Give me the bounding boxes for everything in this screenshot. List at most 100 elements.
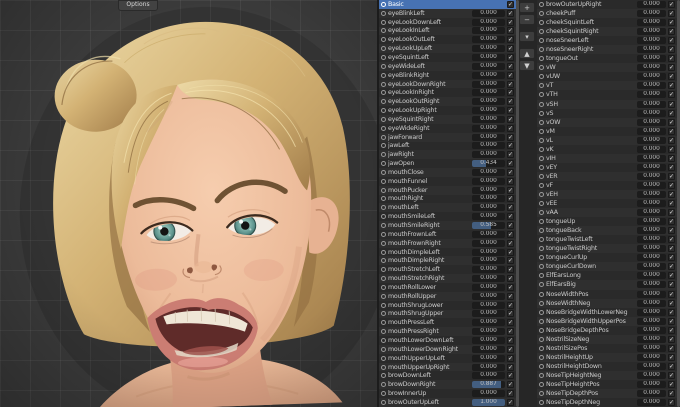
- shapekey-value-slider[interactable]: 0.000: [472, 328, 505, 336]
- shapekey-value-slider[interactable]: 0.000: [637, 55, 666, 63]
- shapekey-checkbox[interactable]: ✓: [507, 328, 514, 336]
- shapekey-value-slider[interactable]: 0.000: [637, 290, 666, 298]
- shapekey-row[interactable]: eyeLookUpRight 0.000 ✓: [379, 106, 516, 115]
- shapekey-row[interactable]: browDownRight 0.887 ✓: [379, 380, 516, 389]
- shapekey-value-slider[interactable]: 0.000: [472, 248, 505, 256]
- shapekey-value-slider[interactable]: 0.000: [472, 266, 505, 274]
- shapekey-value-slider[interactable]: 0.000: [472, 89, 505, 97]
- shapekey-row[interactable]: mouthPucker 0.000 ✓: [379, 186, 516, 195]
- shapekey-checkbox[interactable]: ✓: [668, 209, 675, 217]
- shapekey-row[interactable]: mouthPressRight 0.000 ✓: [379, 327, 516, 336]
- shapekey-row[interactable]: vT 0.000 ✓: [537, 81, 677, 90]
- shapekey-row[interactable]: cheekPuff 0.000 ✓: [537, 9, 677, 18]
- shapekey-checkbox[interactable]: ✓: [507, 89, 514, 97]
- shapekey-row[interactable]: eyeSquintLeft 0.000 ✓: [379, 53, 516, 62]
- shapekey-value-slider[interactable]: 0.000: [637, 154, 666, 162]
- shapekey-row[interactable]: ElfEarsBig 0.000 ✓: [537, 280, 677, 289]
- shapekey-value-slider[interactable]: 0.000: [637, 91, 666, 99]
- shapekey-checkbox[interactable]: ✓: [668, 290, 675, 298]
- shapekey-checkbox[interactable]: ✓: [507, 204, 514, 212]
- shapekey-value-slider[interactable]: 0.000: [637, 353, 666, 361]
- shapekey-checkbox[interactable]: ✓: [507, 0, 514, 8]
- shapekey-checkbox[interactable]: ✓: [668, 28, 675, 36]
- shapekey-checkbox[interactable]: ✓: [507, 133, 514, 141]
- shapekey-row[interactable]: NoseTipDepthPos 0.000 ✓: [537, 389, 677, 398]
- shapekey-checkbox[interactable]: ✓: [668, 91, 675, 99]
- shapekey-row[interactable]: eyeLookOutRight 0.000 ✓: [379, 97, 516, 106]
- shapekey-value-slider[interactable]: 0.000: [472, 186, 505, 194]
- shapekey-row[interactable]: tongueTwistRight 0.000 ✓: [537, 244, 677, 253]
- shapekey-value-slider[interactable]: 0.000: [637, 326, 666, 334]
- shapekey-checkbox[interactable]: ✓: [668, 73, 675, 81]
- shapekey-row[interactable]: mouthLowerDownRight 0.000 ✓: [379, 345, 516, 354]
- shapekey-checkbox[interactable]: ✓: [507, 301, 514, 309]
- shapekey-value-slider[interactable]: 0.000: [637, 399, 666, 407]
- shapekey-value-slider[interactable]: 0.000: [472, 80, 505, 88]
- shapekey-row[interactable]: NostrilSizeNeg 0.000 ✓: [537, 335, 677, 344]
- shapekey-checkbox[interactable]: ✓: [668, 163, 675, 171]
- shapekey-row[interactable]: tongueCurlUp 0.000 ✓: [537, 253, 677, 262]
- shapekey-value-slider[interactable]: 0.000: [472, 115, 505, 123]
- shapekey-checkbox[interactable]: ✓: [507, 390, 514, 398]
- shapekey-row[interactable]: tongueOut 0.000 ✓: [537, 54, 677, 63]
- shapekey-value-slider[interactable]: 0.000: [637, 64, 666, 72]
- shapekey-value-slider[interactable]: 0.000: [637, 10, 666, 18]
- shapekey-value-slider[interactable]: 0.000: [472, 36, 505, 44]
- shapekey-value-slider[interactable]: 0.000: [637, 371, 666, 379]
- shapekey-checkbox[interactable]: ✓: [668, 263, 675, 271]
- shapekey-checkbox[interactable]: ✓: [507, 381, 514, 389]
- shapekey-checkbox[interactable]: ✓: [507, 80, 514, 88]
- shapekey-row[interactable]: vUW 0.000 ✓: [537, 72, 677, 81]
- shapekey-checkbox[interactable]: ✓: [668, 46, 675, 54]
- shapekey-row[interactable]: mouthDimpleRight 0.000 ✓: [379, 256, 516, 265]
- shapekey-value-slider[interactable]: 0.000: [637, 136, 666, 144]
- shapekey-checkbox[interactable]: ✓: [668, 254, 675, 262]
- shapekey-value-slider[interactable]: 0.000: [637, 272, 666, 280]
- shapekey-checkbox[interactable]: ✓: [668, 109, 675, 117]
- shapekey-checkbox[interactable]: ✓: [668, 236, 675, 244]
- shapekey-checkbox[interactable]: ✓: [668, 371, 675, 379]
- shapekey-row[interactable]: vER 0.000 ✓: [537, 172, 677, 181]
- shapekey-row[interactable]: jawRight 0.000 ✓: [379, 150, 516, 159]
- shapekey-row[interactable]: mouthDimpleLeft 0.000 ✓: [379, 248, 516, 257]
- shapekey-checkbox[interactable]: ✓: [668, 19, 675, 27]
- shapekey-row[interactable]: NoseTipHeightPos 0.000 ✓: [537, 380, 677, 389]
- shapekey-value-slider[interactable]: 0.000: [637, 28, 666, 36]
- shapekey-value-slider[interactable]: 0.000: [637, 82, 666, 90]
- shapekey-checkbox[interactable]: ✓: [668, 272, 675, 280]
- viewport-3d[interactable]: Options: [0, 0, 379, 407]
- shapekey-checkbox[interactable]: ✓: [507, 9, 514, 17]
- shapekey-checkbox[interactable]: ✓: [507, 398, 514, 406]
- shapekey-checkbox[interactable]: ✓: [668, 299, 675, 307]
- shapekey-checkbox[interactable]: ✓: [668, 390, 675, 398]
- shapekey-checkbox[interactable]: ✓: [668, 100, 675, 108]
- shapekey-row[interactable]: tongueUp 0.000 ✓: [537, 217, 677, 226]
- move-shapekey-down-button[interactable]: ▼: [519, 60, 535, 71]
- shapekey-row[interactable]: NoseWidthPos 0.000 ✓: [537, 290, 677, 299]
- shapekey-value-slider[interactable]: 0.887: [472, 381, 505, 389]
- shapekey-value-slider[interactable]: 0.000: [472, 142, 505, 150]
- shapekey-row[interactable]: mouthFunnel 0.000 ✓: [379, 177, 516, 186]
- shapekey-checkbox[interactable]: ✓: [507, 62, 514, 70]
- shapekey-checkbox[interactable]: ✓: [507, 239, 514, 247]
- shapekey-row[interactable]: eyeLookDownRight 0.000 ✓: [379, 80, 516, 89]
- shapekey-checkbox[interactable]: ✓: [507, 142, 514, 150]
- shapekey-checkbox[interactable]: ✓: [507, 257, 514, 265]
- shapekey-checkbox[interactable]: ✓: [507, 36, 514, 44]
- shapekey-row[interactable]: eyeSquintRight 0.000 ✓: [379, 115, 516, 124]
- shapekey-row[interactable]: eyeLookInRight 0.000 ✓: [379, 88, 516, 97]
- shapekey-row[interactable]: eyeLookUpLeft 0.000 ✓: [379, 44, 516, 53]
- shapekey-row[interactable]: NoseTipHeightNeg 0.000 ✓: [537, 371, 677, 380]
- shapekey-value-slider[interactable]: 0.000: [637, 263, 666, 271]
- shapekey-value-slider[interactable]: 0.000: [637, 254, 666, 262]
- shapekey-row[interactable]: tongueTwistLeft 0.000 ✓: [537, 235, 677, 244]
- shapekey-value-slider[interactable]: 0.000: [637, 281, 666, 289]
- shapekey-row[interactable]: mouthPressLeft 0.000 ✓: [379, 318, 516, 327]
- shapekey-row[interactable]: noseSneerRight 0.000 ✓: [537, 45, 677, 54]
- shapekey-value-slider[interactable]: 0.000: [472, 62, 505, 70]
- shapekey-value-slider[interactable]: 0.000: [637, 37, 666, 45]
- shapekey-row[interactable]: mouthFrownRight 0.000 ✓: [379, 239, 516, 248]
- shapekey-row[interactable]: mouthStretchLeft 0.000 ✓: [379, 265, 516, 274]
- shapekey-checkbox[interactable]: ✓: [507, 71, 514, 79]
- shapekey-row[interactable]: browInnerUp 0.000 ✓: [379, 389, 516, 398]
